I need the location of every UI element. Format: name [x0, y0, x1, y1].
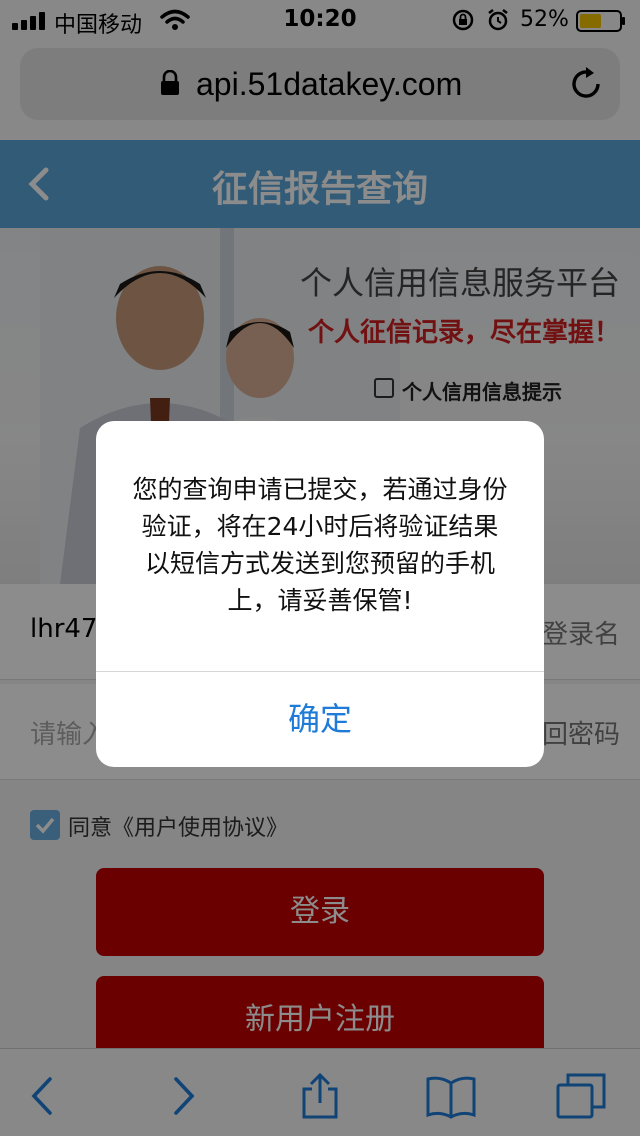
alert-dialog: 您的查询申请已提交，若通过身份验证，将在24小时后将验证结果以短信方式发送到您预… — [96, 421, 544, 767]
alert-message: 您的查询申请已提交，若通过身份验证，将在24小时后将验证结果以短信方式发送到您预… — [132, 475, 508, 615]
confirm-button[interactable]: 确定 — [96, 672, 544, 767]
